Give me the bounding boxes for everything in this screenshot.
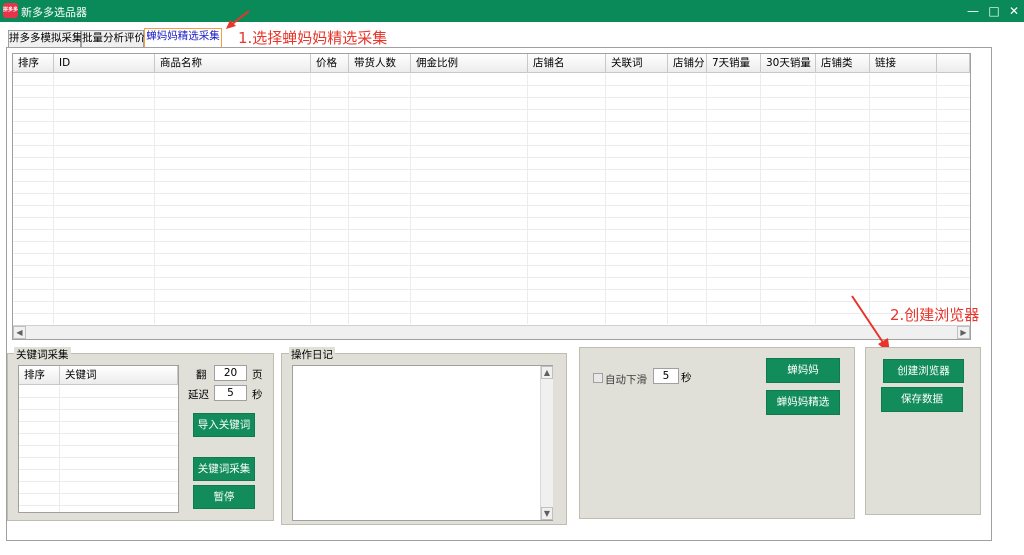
delay-input[interactable]: 5 [214, 385, 247, 401]
column-header-promoters[interactable]: 带货人数 [349, 54, 411, 73]
annotation-step1: 1.选择蝉妈妈精选采集 [238, 29, 388, 47]
save-data-button[interactable]: 保存数据 [881, 387, 963, 412]
grid-divider [310, 74, 311, 324]
column-header-id[interactable]: ID [54, 54, 155, 73]
window-title: 新多多选品器 [21, 6, 87, 19]
grid-divider [605, 74, 606, 324]
pages-unit: 页 [252, 369, 263, 381]
column-header-link[interactable]: 链接 [870, 54, 937, 73]
column-header-product-name[interactable]: 商品名称 [155, 54, 311, 73]
pages-label: 翻 [196, 369, 207, 381]
delay-unit: 秒 [252, 389, 263, 401]
column-header-rank[interactable]: 排序 [19, 366, 60, 385]
tab-pdd-simulate-collect[interactable]: 拼多多模拟采集 [8, 30, 83, 47]
grid-divider [154, 74, 155, 324]
scroll-up-icon[interactable]: ▲ [541, 366, 553, 379]
column-header-empty [937, 54, 970, 73]
keyword-collect-button[interactable]: 关键词采集 [193, 457, 255, 481]
column-header-related-words[interactable]: 关联词 [606, 54, 668, 73]
column-header-shop-score[interactable]: 店铺分 [668, 54, 707, 73]
pages-input[interactable]: 20 [214, 365, 247, 381]
grid-divider [410, 74, 411, 324]
autoscroll-label: 自动下滑 [605, 374, 647, 386]
chanmama-selected-button[interactable]: 蝉妈妈精选 [766, 390, 840, 415]
create-browser-button[interactable]: 创建浏览器 [883, 359, 964, 383]
operation-log-group-title: 操作日记 [289, 347, 335, 362]
grid-rows[interactable] [13, 74, 970, 324]
annotation-step2: 2.创建浏览器 [890, 306, 980, 324]
grid-divider [527, 74, 528, 324]
scroll-right-icon[interactable]: ▶ [957, 326, 970, 339]
column-header-30day-sales[interactable]: 30天销量 [761, 54, 816, 73]
grid-divider [59, 386, 60, 512]
autoscroll-seconds-input[interactable]: 5 [653, 368, 679, 384]
grid-divider [936, 74, 937, 324]
horizontal-scrollbar[interactable]: ◀ ▶ [13, 325, 970, 339]
keyword-collect-group-title: 关键词采集 [14, 347, 71, 362]
column-header-rank[interactable]: 排序 [13, 54, 54, 73]
scroll-down-icon[interactable]: ▼ [541, 507, 553, 520]
chanmama-button[interactable]: 蝉妈妈 [766, 358, 840, 383]
keyword-list[interactable]: 排序 关键词 [18, 365, 179, 513]
grid-header: 排序 ID 商品名称 价格 带货人数 佣金比例 店铺名 关联词 店铺分 7天销量… [13, 54, 970, 73]
column-header-shop-type[interactable]: 店铺类 [816, 54, 870, 73]
keyword-list-header: 排序 关键词 [19, 366, 178, 385]
import-keywords-button[interactable]: 导入关键词 [193, 413, 255, 437]
pause-button[interactable]: 暂停 [193, 485, 255, 509]
column-header-7day-sales[interactable]: 7天销量 [707, 54, 761, 73]
title-bar: 拼多多 新多多选品器 — □ ✕ [0, 0, 1024, 22]
grid-divider [706, 74, 707, 324]
autoscroll-checkbox[interactable] [593, 373, 603, 383]
app-logo-icon: 拼多多 [3, 3, 18, 18]
grid-divider [667, 74, 668, 324]
scroll-left-icon[interactable]: ◀ [13, 326, 26, 339]
tab-batch-review-analysis[interactable]: 批量分析评价 [81, 30, 145, 47]
grid-divider [53, 74, 54, 324]
grid-divider [348, 74, 349, 324]
column-header-keyword[interactable]: 关键词 [60, 366, 178, 385]
close-icon[interactable]: ✕ [1005, 2, 1023, 20]
maximize-icon[interactable]: □ [985, 2, 1003, 20]
grid-divider [815, 74, 816, 324]
keyword-list-rows[interactable] [19, 386, 178, 512]
operation-log-textarea[interactable]: ▲ ▼ [292, 365, 553, 521]
minimize-icon[interactable]: — [964, 2, 982, 20]
grid-divider [760, 74, 761, 324]
column-header-shop-name[interactable]: 店铺名 [528, 54, 606, 73]
tab-chanmama-selected-collect[interactable]: 蝉妈妈精选采集 [144, 28, 222, 47]
column-header-commission-rate[interactable]: 佣金比例 [411, 54, 528, 73]
product-data-grid[interactable]: 排序 ID 商品名称 价格 带货人数 佣金比例 店铺名 关联词 店铺分 7天销量… [12, 53, 971, 340]
autoscroll-unit: 秒 [681, 372, 692, 384]
delay-label: 延迟 [188, 389, 209, 401]
column-header-price[interactable]: 价格 [311, 54, 349, 73]
log-vertical-scrollbar[interactable]: ▲ ▼ [540, 366, 553, 520]
grid-divider [869, 74, 870, 324]
